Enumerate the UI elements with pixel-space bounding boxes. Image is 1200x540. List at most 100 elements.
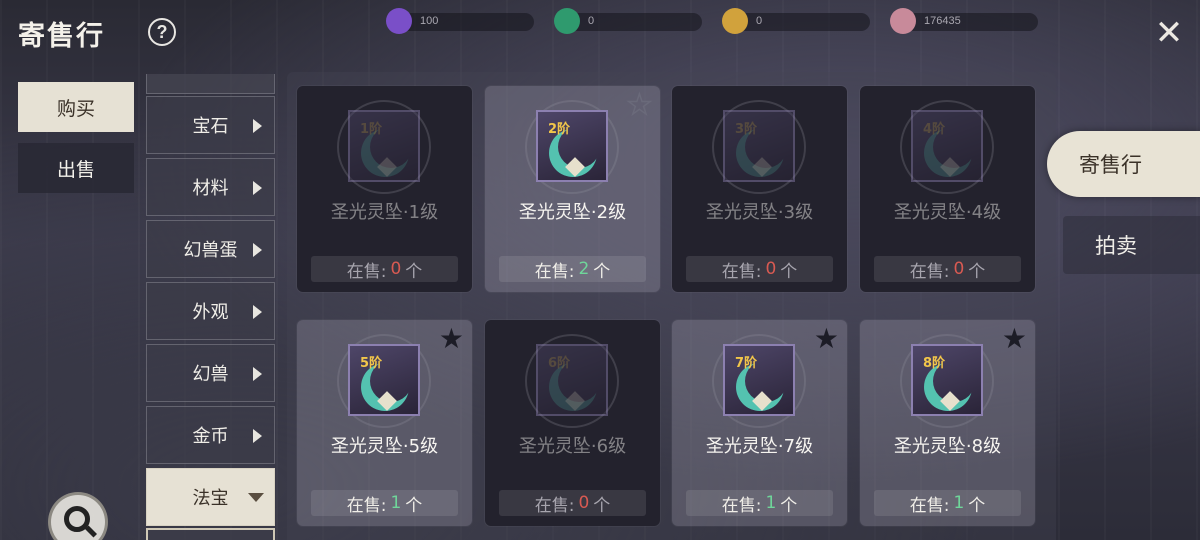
chevron-right-icon [253, 305, 262, 319]
item-name: 圣光灵坠·1级 [330, 202, 439, 223]
item-tier: 6阶 [548, 356, 571, 371]
tab-auction[interactable]: 拍卖 [1063, 216, 1200, 274]
currency-amount: 0 [588, 15, 595, 27]
item-name: 圣光灵坠·7级 [705, 436, 814, 457]
item-icon: 8阶 [900, 334, 994, 428]
subcategory-item[interactable] [146, 528, 275, 540]
chevron-down-icon [248, 493, 264, 502]
favorite-star-icon[interactable]: ★ [626, 87, 653, 122]
currency-amount: 100 [420, 15, 439, 27]
category-item-beast-egg[interactable]: 幻兽蛋 [146, 220, 275, 278]
currency-pink: 176435 [888, 6, 1038, 36]
pendant-icon: 4阶 [911, 110, 983, 182]
pendant-icon: 7阶 [723, 344, 795, 416]
tab-sell[interactable]: 出售 [18, 143, 134, 193]
item-tier: 8阶 [923, 356, 946, 371]
item-stock: 在售: 0 个 [874, 256, 1021, 282]
stock-suffix: 个 [780, 495, 798, 516]
stock-count: 1 [390, 493, 402, 513]
pendant-icon: 2阶 [536, 110, 608, 182]
item-icon: 5阶 [337, 334, 431, 428]
item-tier: 3阶 [735, 122, 758, 137]
category-item-gem[interactable]: 宝石 [146, 96, 275, 154]
close-icon[interactable]: ✕ [1152, 16, 1186, 50]
pendant-icon: 5阶 [348, 344, 420, 416]
item-name: 圣光灵坠·2级 [518, 202, 627, 223]
chevron-right-icon [253, 367, 262, 381]
item-icon: 3阶 [712, 100, 806, 194]
favorite-star-icon[interactable]: ★ [439, 322, 464, 356]
stock-prefix: 在售: [346, 495, 387, 516]
currency-gold: 0 [720, 6, 870, 36]
stock-count: 2 [578, 259, 590, 279]
stock-prefix: 在售: [721, 261, 762, 282]
chevron-right-icon [253, 119, 262, 133]
category-item-treasure[interactable]: 法宝 [146, 468, 275, 526]
item-stock: 在售: 1 个 [874, 490, 1021, 516]
currency-amount: 176435 [924, 15, 961, 27]
category-item-appearance[interactable]: 外观 [146, 282, 275, 340]
stock-suffix: 个 [968, 261, 986, 282]
stock-count: 1 [953, 493, 965, 513]
item-card[interactable]: 7阶圣光灵坠·7级在售: 1 个 ★ [672, 320, 847, 526]
item-tier: 5阶 [360, 356, 383, 371]
help-button[interactable]: ? [148, 18, 176, 46]
item-card[interactable]: 8阶圣光灵坠·8级在售: 1 个 ★ [860, 320, 1035, 526]
pendant-icon: 3阶 [723, 110, 795, 182]
pendant-icon: 6阶 [536, 344, 608, 416]
tab-buy[interactable]: 购买 [18, 82, 134, 132]
pink-orb-icon [890, 8, 916, 34]
category-item-material[interactable]: 材料 [146, 158, 275, 216]
pendant-icon: 8阶 [911, 344, 983, 416]
item-card[interactable]: 1阶圣光灵坠·1级在售: 0 个 [297, 86, 472, 292]
item-name: 圣光灵坠·4级 [893, 202, 1002, 223]
stock-prefix: 在售: [534, 495, 575, 516]
item-card[interactable]: 4阶圣光灵坠·4级在售: 0 个 [860, 86, 1035, 292]
green-gem-icon [554, 8, 580, 34]
stock-suffix: 个 [780, 261, 798, 282]
item-card[interactable]: 2阶圣光灵坠·2级在售: 2 个 ★ [485, 86, 660, 292]
stock-prefix: 在售: [909, 261, 950, 282]
stock-suffix: 个 [593, 495, 611, 516]
category-item-beast[interactable]: 幻兽 [146, 344, 275, 402]
item-card[interactable]: 5阶圣光灵坠·5级在售: 1 个 ★ [297, 320, 472, 526]
gold-coin-icon [722, 8, 748, 34]
item-stock: 在售: 1 个 [311, 490, 458, 516]
item-tier: 4阶 [923, 122, 946, 137]
chevron-right-icon [253, 429, 262, 443]
stock-count: 0 [390, 259, 402, 279]
item-stock: 在售: 0 个 [311, 256, 458, 282]
category-item-gold[interactable]: 金币 [146, 406, 275, 464]
tab-consignment[interactable]: 寄售行 [1047, 131, 1200, 197]
item-name: 圣光灵坠·5级 [330, 436, 439, 457]
item-card[interactable]: 6阶 圣光灵坠·6级 在售: 0 个 [485, 320, 660, 526]
category-scroll-top [146, 74, 275, 94]
item-tier: 7阶 [735, 356, 758, 371]
stock-suffix: 个 [405, 495, 423, 516]
stock-suffix: 个 [968, 495, 986, 516]
pendant-icon: 1阶 [348, 110, 420, 182]
currency-green: 0 [552, 6, 702, 36]
stock-count: 0 [953, 259, 965, 279]
item-name: 圣光灵坠·3级 [705, 202, 814, 223]
stock-prefix: 在售: [721, 495, 762, 516]
stock-suffix: 个 [593, 261, 611, 282]
stock-prefix: 在售: [346, 261, 387, 282]
stock-count: 1 [765, 493, 777, 513]
item-stock: 在售: 1 个 [686, 490, 833, 516]
item-icon: 2阶 [525, 100, 619, 194]
item-icon: 6阶 [525, 334, 619, 428]
stock-count: 0 [765, 259, 777, 279]
item-icon: 7阶 [712, 334, 806, 428]
stock-suffix: 个 [405, 261, 423, 282]
item-stock: 在售: 2 个 [499, 256, 646, 282]
stock-prefix: 在售: [909, 495, 950, 516]
item-card[interactable]: 3阶圣光灵坠·3级在售: 0 个 [672, 86, 847, 292]
purple-gem-icon [386, 8, 412, 34]
page-title: 寄售行 [18, 21, 105, 52]
favorite-star-icon[interactable]: ★ [1002, 322, 1027, 356]
search-button[interactable] [48, 492, 108, 540]
item-name: 圣光灵坠·8级 [893, 436, 1002, 457]
item-icon: 4阶 [900, 100, 994, 194]
favorite-star-icon[interactable]: ★ [814, 322, 839, 356]
